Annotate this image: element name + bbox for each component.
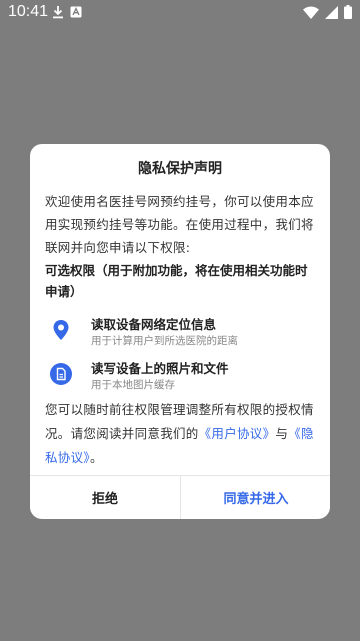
accept-button[interactable]: 同意并进入 <box>181 476 331 519</box>
signal-icon <box>325 5 338 19</box>
outro-suffix: 。 <box>89 450 103 465</box>
intro-text: 欢迎使用名医挂号网预约挂号，你可以使用本应用实现预约挂号等功能。在使用过程中，我… <box>45 194 314 255</box>
privacy-dialog: 隐私保护声明 欢迎使用名医挂号网预约挂号，你可以使用本应用实现预约挂号等功能。在… <box>30 144 330 519</box>
permission-title: 读取设备网络定位信息 <box>91 317 217 332</box>
permission-location: 读取设备网络定位信息 用于计算用户到所选医院的距离 <box>45 314 317 352</box>
status-icons-right <box>303 5 352 19</box>
permission-desc: 用于计算用户到所选医院的距离 <box>91 335 238 347</box>
optional-permissions-heading: 可选权限（用于附加功能，将在使用相关功能时申请） <box>45 263 308 299</box>
outro-text: 您可以随时前往权限管理调整所有权限的授权情况。请您阅读并同意我们的《用户协议》与… <box>45 398 317 470</box>
permission-title: 读写设备上的照片和文件 <box>91 361 229 376</box>
file-icon <box>50 363 72 385</box>
outro-conjunction: 与 <box>275 426 289 441</box>
permission-files: 读写设备上的照片和文件 用于本地图片缓存 <box>45 358 317 396</box>
status-icons-left <box>52 5 82 19</box>
app-notification-icon <box>70 6 82 18</box>
dialog-title: 隐私保护声明 <box>138 161 222 177</box>
permission-desc: 用于本地图片缓存 <box>91 379 175 391</box>
battery-icon <box>344 5 352 19</box>
reject-button[interactable]: 拒绝 <box>30 476 180 519</box>
status-time: 10:41 <box>8 3 49 20</box>
download-icon <box>53 6 63 19</box>
user-agreement-link[interactable]: 《用户协议》 <box>199 426 276 441</box>
wifi-icon <box>303 6 319 19</box>
location-pin-icon <box>53 320 69 340</box>
status-bar: 10:41 <box>0 0 360 26</box>
